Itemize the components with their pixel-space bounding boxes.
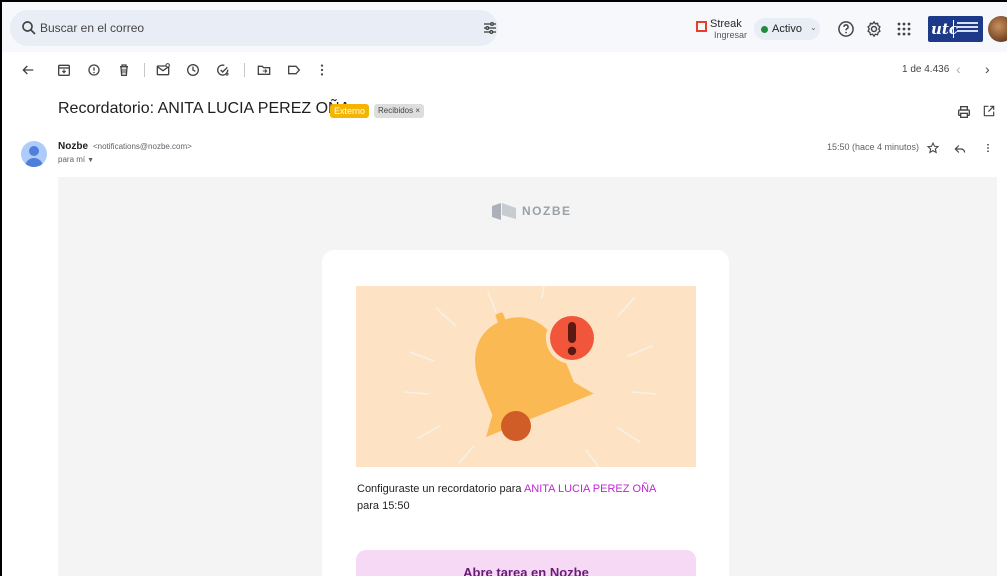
back-icon[interactable]: [20, 62, 36, 78]
reminder-illustration: [356, 286, 696, 467]
chevron-down-icon: ⌄: [810, 23, 817, 32]
search-options-icon[interactable]: [482, 20, 498, 36]
task-link[interactable]: ANITA LUCIA PEREZ OÑA: [524, 483, 656, 495]
recipient-details[interactable]: para mí ▼: [58, 155, 94, 164]
sender-email: <notifications@nozbe.com>: [93, 142, 192, 151]
status-label: Activo: [772, 23, 802, 35]
chevron-right-icon[interactable]: ›: [985, 61, 990, 77]
reminder-message: Configuraste un recordatorio para ANITA …: [357, 481, 697, 515]
message-more-icon[interactable]: [982, 141, 994, 155]
streak-login: Ingresar: [714, 30, 748, 40]
open-task-label: Abre tarea en Nozbe: [463, 565, 589, 576]
more-options-icon[interactable]: [314, 62, 330, 78]
mark-unread-icon[interactable]: [155, 62, 171, 78]
email-timestamp: 15:50 (hace 4 minutos): [827, 142, 920, 152]
inbox-label-chip[interactable]: Recibidos ×: [374, 104, 425, 118]
settings-gear-icon[interactable]: [864, 19, 884, 39]
streak-icon: [696, 21, 707, 32]
help-icon[interactable]: [836, 19, 856, 39]
bell-illustration: [403, 286, 657, 467]
snooze-icon[interactable]: [185, 62, 201, 78]
organization-logo[interactable]: utc: [928, 16, 983, 42]
nozbe-mark-icon: [492, 203, 516, 220]
status-dropdown[interactable]: Activo ⌄: [754, 18, 820, 40]
caret-down-icon: ▼: [87, 157, 95, 164]
sender-name[interactable]: Nozbe: [58, 141, 88, 152]
search-input[interactable]: [40, 10, 460, 46]
status-dot-icon: [761, 26, 768, 33]
apps-grid-icon[interactable]: [894, 19, 914, 39]
move-to-icon[interactable]: [256, 62, 272, 78]
search-bar[interactable]: [10, 10, 498, 46]
message-suffix: para 15:50: [357, 500, 410, 512]
toolbar-divider: [144, 63, 145, 77]
open-task-button[interactable]: Abre tarea en Nozbe: [356, 550, 696, 576]
archive-icon[interactable]: [56, 62, 72, 78]
external-badge: Externo: [330, 104, 370, 118]
email-subject: Recordatorio: ANITA LUCIA PEREZ OÑA: [58, 100, 351, 117]
chevron-left-icon[interactable]: ‹: [956, 61, 961, 77]
open-in-new-window-icon[interactable]: [982, 104, 996, 118]
toolbar-divider: [244, 63, 245, 77]
report-spam-icon[interactable]: [86, 62, 102, 78]
nozbe-logo: NOZBE: [490, 200, 590, 224]
message-prefix: Configuraste un recordatorio para: [357, 483, 524, 495]
sender-avatar[interactable]: [21, 141, 47, 167]
top-bar: Streak Ingresar Activo ⌄ utc: [2, 2, 1007, 52]
add-task-icon[interactable]: [215, 62, 231, 78]
pagination-count: 1 de 4.436: [902, 64, 950, 75]
account-avatar[interactable]: [988, 16, 1007, 42]
delete-icon[interactable]: [116, 62, 132, 78]
streak-title: Streak: [710, 18, 742, 30]
label-icon[interactable]: [286, 62, 302, 78]
reply-icon[interactable]: [953, 142, 967, 156]
search-icon[interactable]: [20, 19, 38, 37]
message-toolbar: 1 de 4.436 ‹ ›: [2, 52, 1007, 88]
print-icon[interactable]: [956, 104, 972, 120]
star-icon[interactable]: [926, 141, 940, 155]
recipient-label: para mí: [58, 155, 86, 164]
nozbe-wordmark: NOZBE: [522, 204, 572, 218]
